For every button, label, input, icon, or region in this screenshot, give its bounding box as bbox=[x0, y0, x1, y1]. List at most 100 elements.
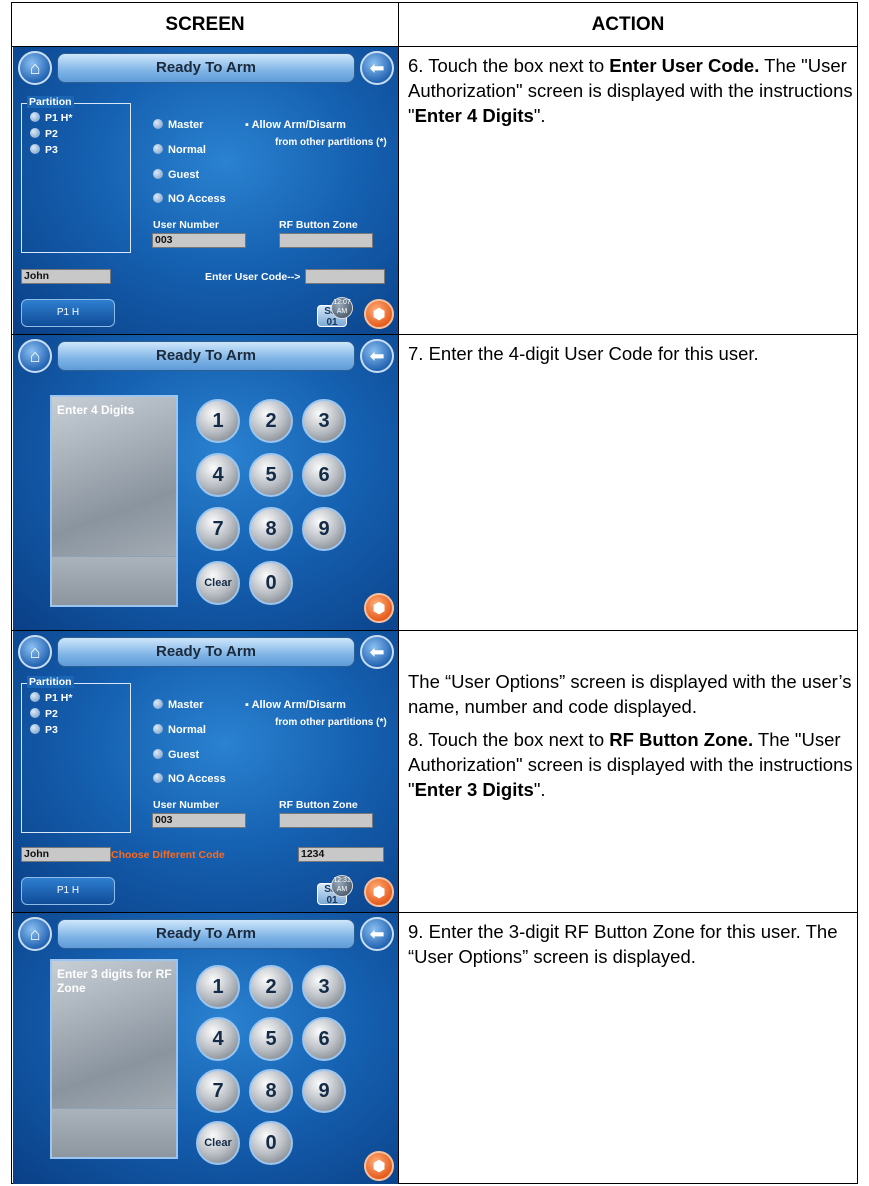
status-bar: Ready To Arm bbox=[57, 637, 355, 667]
user-number-label: User Number bbox=[153, 799, 219, 811]
emergency-button[interactable]: ⬢ bbox=[364, 877, 394, 907]
emergency-button[interactable]: ⬢ bbox=[364, 299, 394, 329]
key-6[interactable]: 6 bbox=[302, 1017, 346, 1061]
home-button[interactable]: ⌂ bbox=[18, 339, 52, 373]
user-code-field[interactable] bbox=[305, 269, 385, 284]
radio-icon bbox=[153, 773, 163, 783]
option-normal[interactable]: Normal bbox=[153, 724, 206, 736]
key-9[interactable]: 9 bbox=[302, 1069, 346, 1113]
allow-arm-disarm-sublabel: from other partitions (*) bbox=[275, 717, 387, 728]
status-bar: Ready To Arm bbox=[57, 919, 355, 949]
partition-status-button[interactable]: P1 H bbox=[21, 877, 115, 905]
radio-icon bbox=[153, 119, 163, 129]
allow-arm-disarm-checkbox[interactable]: ▪ Allow Arm/Disarm bbox=[245, 699, 346, 711]
key-5[interactable]: 5 bbox=[249, 453, 293, 497]
key-2[interactable]: 2 bbox=[249, 965, 293, 1009]
option-normal[interactable]: Normal bbox=[153, 144, 206, 156]
option-guest[interactable]: Guest bbox=[153, 169, 199, 181]
radio-icon bbox=[153, 144, 163, 154]
partition-box: Partition P1 H* P2 P3 bbox=[21, 96, 131, 253]
rf-button-zone-label: RF Button Zone bbox=[279, 219, 358, 231]
back-arrow-icon: ⬅ bbox=[369, 924, 385, 944]
user-name-field[interactable]: John bbox=[21, 847, 111, 862]
key-7[interactable]: 7 bbox=[196, 507, 240, 551]
key-clear[interactable]: Clear bbox=[196, 1121, 240, 1165]
key-4[interactable]: 4 bbox=[196, 453, 240, 497]
user-number-label: User Number bbox=[153, 219, 219, 231]
shield-icon: ⬢ bbox=[372, 1158, 386, 1175]
key-7[interactable]: 7 bbox=[196, 1069, 240, 1113]
option-no-access[interactable]: NO Access bbox=[153, 193, 226, 205]
shield-icon: ⬢ bbox=[372, 306, 386, 323]
partition-p1[interactable]: P1 H* bbox=[30, 112, 72, 124]
key-clear[interactable]: Clear bbox=[196, 561, 240, 605]
choose-different-code-link[interactable]: Choose Different Code bbox=[111, 849, 225, 861]
clock-icon: 12:31 AM bbox=[331, 875, 353, 897]
code-entry-display: Enter 3 digits for RF Zone bbox=[50, 959, 178, 1159]
back-button[interactable]: ⬅ bbox=[360, 917, 394, 951]
radio-icon bbox=[153, 193, 163, 203]
option-master[interactable]: Master bbox=[153, 699, 203, 711]
user-number-field[interactable]: 003 bbox=[152, 813, 246, 828]
radio-icon bbox=[153, 169, 163, 179]
status-bar: Ready To Arm bbox=[57, 53, 355, 83]
back-button[interactable]: ⬅ bbox=[360, 339, 394, 373]
step-8-action: The “User Options” screen is displayed w… bbox=[408, 671, 853, 800]
option-guest[interactable]: Guest bbox=[153, 749, 199, 761]
home-icon: ⌂ bbox=[29, 924, 41, 944]
key-6[interactable]: 6 bbox=[302, 453, 346, 497]
key-0[interactable]: 0 bbox=[249, 1121, 293, 1165]
back-button[interactable]: ⬅ bbox=[360, 51, 394, 85]
partition-p3[interactable]: P3 bbox=[30, 724, 58, 736]
option-master[interactable]: Master bbox=[153, 119, 203, 131]
allow-arm-disarm-checkbox[interactable]: ▪ Allow Arm/Disarm bbox=[245, 119, 346, 131]
key-9[interactable]: 9 bbox=[302, 507, 346, 551]
entry-prompt: Enter 3 digits for RF Zone bbox=[57, 967, 172, 995]
user-number-field[interactable]: 003 bbox=[152, 233, 246, 248]
entry-prompt: Enter 4 Digits bbox=[57, 403, 135, 417]
home-icon: ⌂ bbox=[29, 346, 41, 366]
partition-status-button[interactable]: P1 H bbox=[21, 299, 115, 327]
partition-label: Partition bbox=[27, 676, 74, 688]
key-5[interactable]: 5 bbox=[249, 1017, 293, 1061]
user-options-with-code-screen: ⌂ Ready To Arm ⬅ Partition P1 H* P2 P3 M… bbox=[13, 631, 398, 912]
home-button[interactable]: ⌂ bbox=[18, 917, 52, 951]
rf-button-zone-field[interactable] bbox=[279, 813, 373, 828]
key-1[interactable]: 1 bbox=[196, 399, 240, 443]
rf-button-zone-field[interactable] bbox=[279, 233, 373, 248]
radio-icon bbox=[30, 128, 40, 138]
key-3[interactable]: 3 bbox=[302, 965, 346, 1009]
step-9-action: 9. Enter the 3-digit RF Button Zone for … bbox=[408, 921, 838, 967]
key-8[interactable]: 8 bbox=[249, 507, 293, 551]
key-3[interactable]: 3 bbox=[302, 399, 346, 443]
user-name-field[interactable]: John bbox=[21, 269, 111, 284]
home-icon: ⌂ bbox=[29, 58, 41, 78]
table-header: SCREEN ACTION bbox=[12, 3, 857, 47]
shield-icon: ⬢ bbox=[372, 600, 386, 617]
partition-p3[interactable]: P3 bbox=[30, 144, 58, 156]
key-4[interactable]: 4 bbox=[196, 1017, 240, 1061]
key-2[interactable]: 2 bbox=[249, 399, 293, 443]
partition-p2[interactable]: P2 bbox=[30, 128, 58, 140]
screen-column-header: SCREEN bbox=[165, 14, 245, 35]
clock-icon: 12:07 AM bbox=[331, 297, 353, 319]
back-arrow-icon: ⬅ bbox=[369, 346, 385, 366]
key-1[interactable]: 1 bbox=[196, 965, 240, 1009]
radio-icon bbox=[30, 692, 40, 702]
step-6-action: 6. Touch the box next to Enter User Code… bbox=[408, 55, 853, 126]
user-code-field[interactable]: 1234 bbox=[298, 847, 384, 862]
home-button[interactable]: ⌂ bbox=[18, 635, 52, 669]
back-button[interactable]: ⬅ bbox=[360, 635, 394, 669]
key-0[interactable]: 0 bbox=[249, 561, 293, 605]
column-divider bbox=[398, 3, 399, 1183]
emergency-button[interactable]: ⬢ bbox=[364, 1151, 394, 1181]
partition-p1[interactable]: P1 H* bbox=[30, 692, 72, 704]
option-no-access[interactable]: NO Access bbox=[153, 773, 226, 785]
radio-icon bbox=[153, 749, 163, 759]
partition-p2[interactable]: P2 bbox=[30, 708, 58, 720]
home-button[interactable]: ⌂ bbox=[18, 51, 52, 85]
code-entry-display: Enter 4 Digits bbox=[50, 395, 178, 607]
key-8[interactable]: 8 bbox=[249, 1069, 293, 1113]
emergency-button[interactable]: ⬢ bbox=[364, 593, 394, 623]
partition-box: Partition P1 H* P2 P3 bbox=[21, 676, 131, 833]
